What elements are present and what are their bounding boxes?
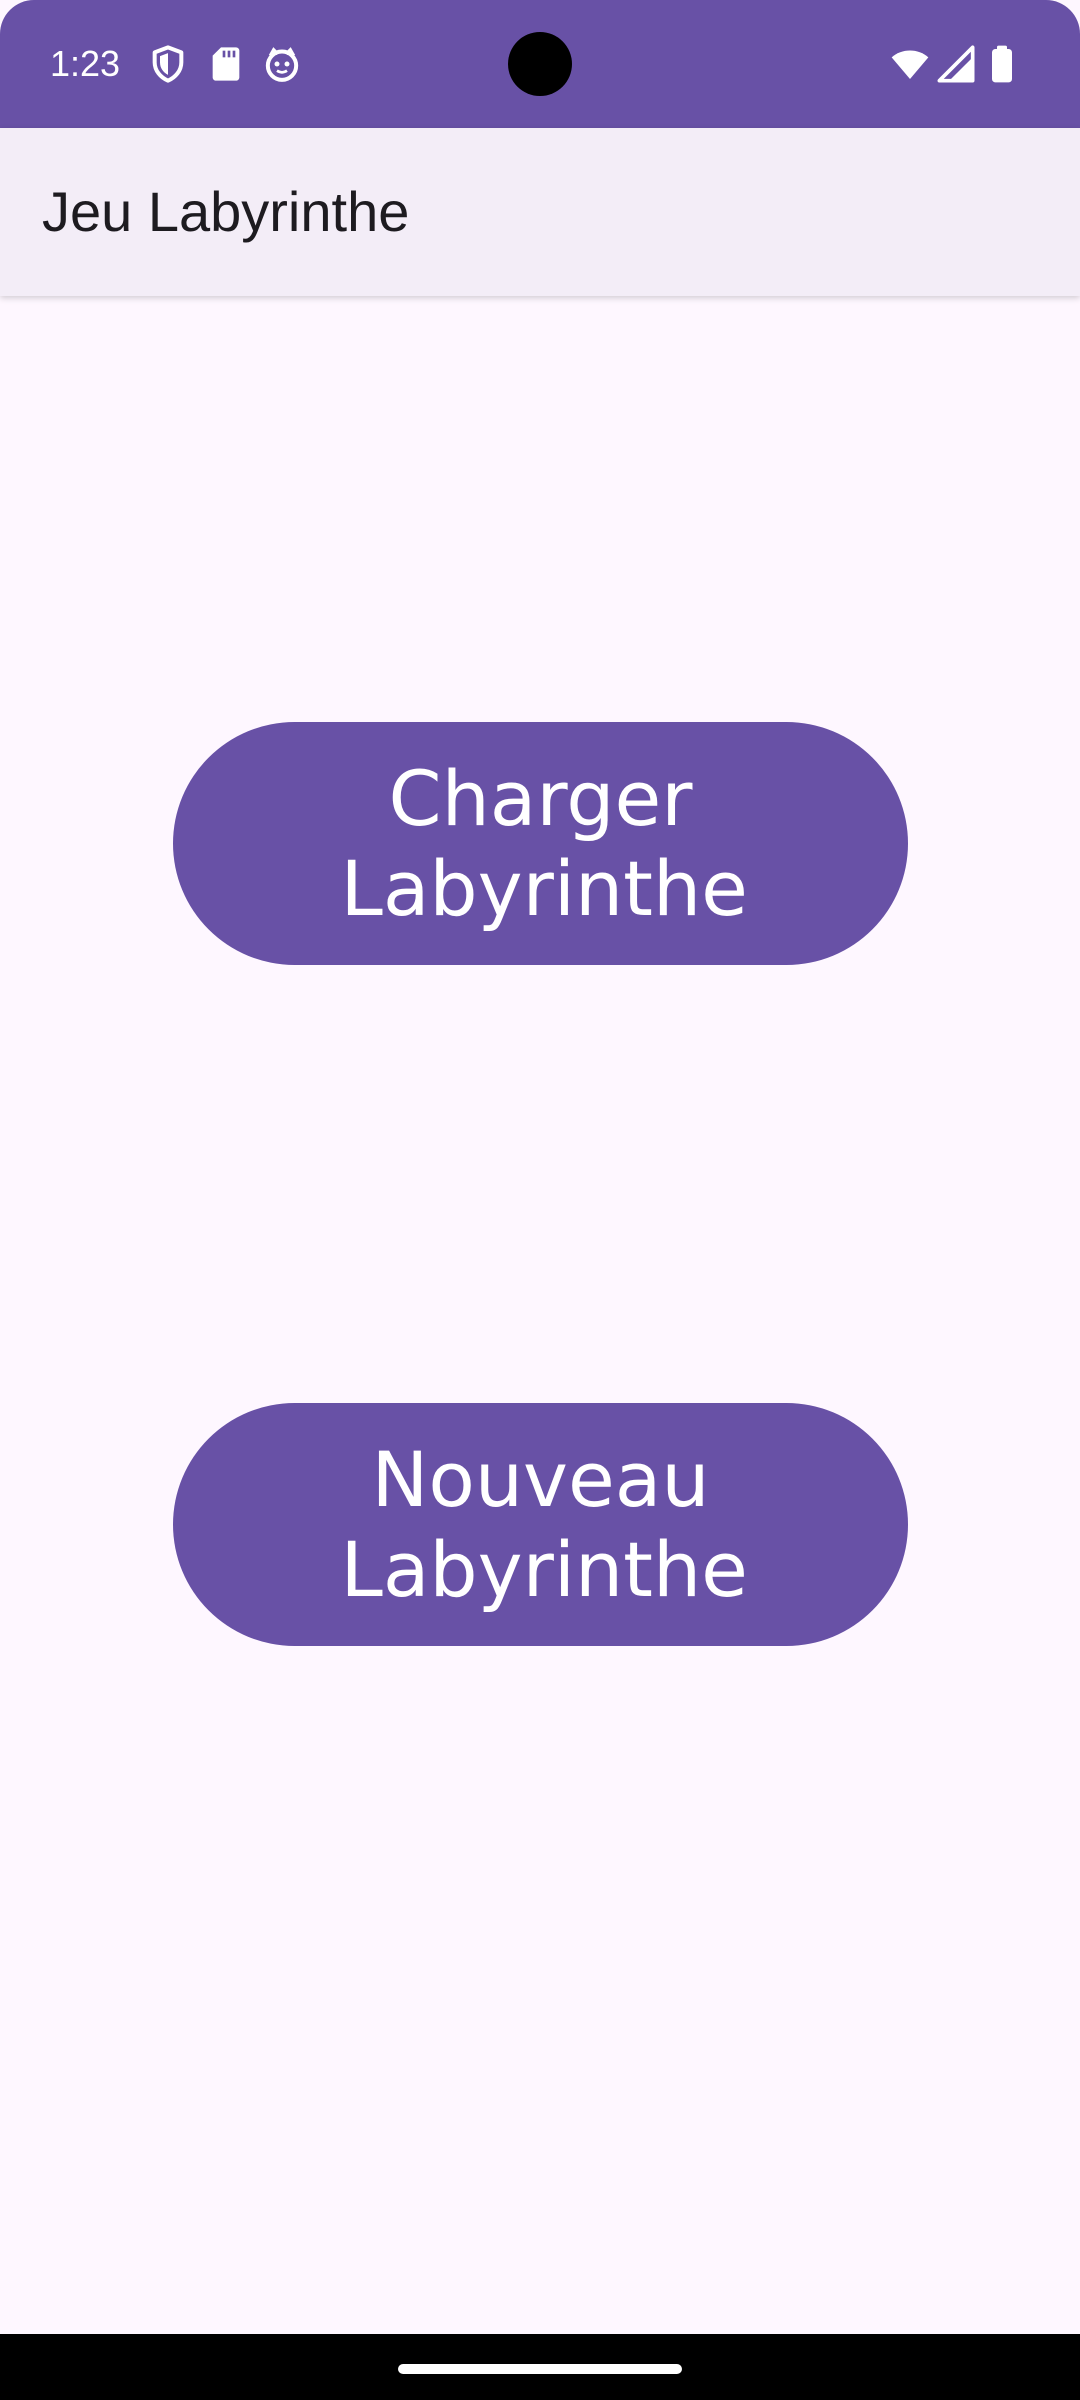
load-maze-button-label: Charger Labyrinthe xyxy=(340,753,748,933)
battery-icon xyxy=(992,45,1012,83)
status-time: 1:23 xyxy=(50,43,121,84)
shield-icon xyxy=(152,45,184,83)
status-bar: 1:23 xyxy=(0,0,1080,128)
camera-cutout xyxy=(508,32,572,96)
signal-icon xyxy=(937,45,975,83)
page-title: Jeu Labyrinthe xyxy=(42,180,410,243)
screen: 1:23 Jeu Labyrinthe Charger Labyrinthe N… xyxy=(0,0,1080,2400)
home-gesture-handle[interactable] xyxy=(398,2364,682,2374)
new-maze-button[interactable]: Nouveau Labyrinthe xyxy=(173,1403,908,1646)
wifi-icon xyxy=(891,50,929,79)
face-icon xyxy=(265,47,299,82)
top-app-bar: Jeu Labyrinthe xyxy=(0,128,1080,296)
new-maze-button-label: Nouveau Labyrinthe xyxy=(340,1434,748,1614)
navigation-bar xyxy=(0,2334,1080,2400)
sd-card-icon xyxy=(212,47,240,81)
load-maze-button[interactable]: Charger Labyrinthe xyxy=(173,722,908,965)
